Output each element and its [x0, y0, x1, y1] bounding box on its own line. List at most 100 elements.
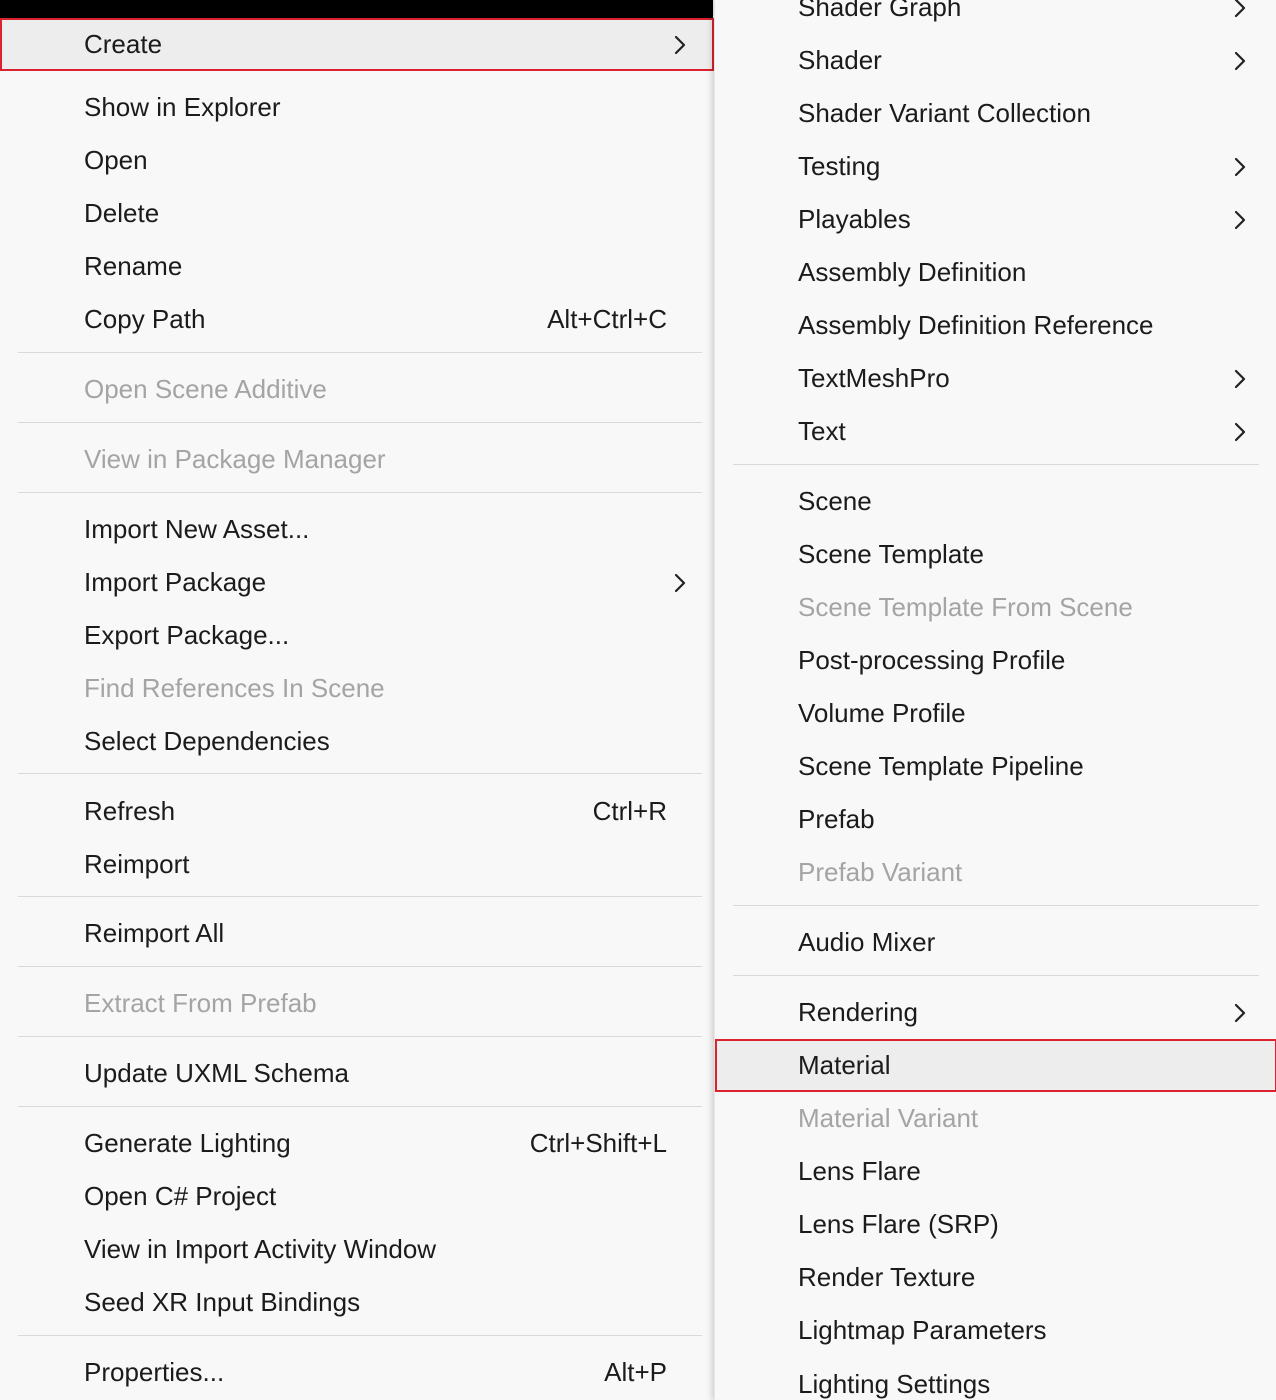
- menu-item-shader-graph[interactable]: Shader Graph: [715, 0, 1276, 34]
- chevron-right-icon: [669, 30, 691, 60]
- chevron-right-icon: [1229, 46, 1251, 76]
- menu-item-assembly-definition-reference[interactable]: Assembly Definition Reference: [715, 299, 1276, 352]
- menu-item-label: Shader Variant Collection: [798, 98, 1091, 128]
- menu-item-label: Scene Template From Scene: [798, 592, 1133, 622]
- chevron-right-icon: [669, 568, 691, 598]
- menu-item-label: Extract From Prefab: [84, 988, 317, 1018]
- menu-item-label: Audio Mixer: [798, 927, 936, 957]
- menu-item-label: Scene Template: [798, 539, 984, 569]
- menu-item-post-processing-profile[interactable]: Post-processing Profile: [715, 634, 1276, 687]
- menu-item-show-in-explorer[interactable]: Show in Explorer: [0, 81, 714, 134]
- menu-item-rendering[interactable]: Rendering: [715, 986, 1276, 1039]
- menu-item-label: Refresh: [84, 796, 176, 826]
- menu-separator: [18, 1335, 702, 1336]
- shortcut-label: Alt+Ctrl+C: [547, 304, 667, 334]
- chevron-right-icon: [1229, 417, 1251, 447]
- menu-item-label: Testing: [798, 151, 881, 181]
- menu-item-testing[interactable]: Testing: [715, 140, 1276, 193]
- menu-item-label: Rename: [84, 251, 183, 281]
- menu-item-import-new-asset[interactable]: Import New Asset...: [0, 503, 714, 556]
- menu-item-label: Show in Explorer: [84, 92, 281, 122]
- menu-item-textmeshpro[interactable]: TextMeshPro: [715, 352, 1276, 405]
- menu-item-refresh[interactable]: Refresh Ctrl+R: [0, 785, 714, 838]
- menu-item-material[interactable]: Material: [715, 1039, 1276, 1092]
- menu-item-scene-template-pipeline[interactable]: Scene Template Pipeline: [715, 740, 1276, 793]
- menu-item-lighting-settings[interactable]: Lighting Settings: [715, 1358, 1276, 1400]
- menu-separator: [18, 966, 702, 967]
- menu-item-properties[interactable]: Properties... Alt+P: [0, 1346, 714, 1399]
- shortcut-label: Ctrl+R: [592, 796, 667, 826]
- menu-item-scene[interactable]: Scene: [715, 475, 1276, 528]
- menu-item-copy-path[interactable]: Copy Path Alt+Ctrl+C: [0, 293, 714, 346]
- menu-item-label: Material Variant: [798, 1103, 979, 1133]
- menu-item-audio-mixer[interactable]: Audio Mixer: [715, 916, 1276, 969]
- menu-item-update-uxml-schema[interactable]: Update UXML Schema: [0, 1047, 714, 1100]
- menu-item-reimport-all[interactable]: Reimport All: [0, 907, 714, 960]
- menu-separator: [733, 975, 1259, 976]
- chevron-right-icon: [1229, 0, 1251, 23]
- menu-separator: [18, 1036, 702, 1037]
- menu-item-label: Delete: [84, 198, 160, 228]
- menu-separator: [18, 773, 702, 774]
- menu-item-view-in-import-activity-window[interactable]: View in Import Activity Window: [0, 1223, 714, 1276]
- menu-item-import-package[interactable]: Import Package: [0, 556, 714, 609]
- menu-item-rename[interactable]: Rename: [0, 240, 714, 293]
- menu-item-label: Rendering: [798, 997, 918, 1027]
- menu-item-label: Generate Lighting: [84, 1128, 291, 1158]
- menu-item-select-dependencies[interactable]: Select Dependencies: [0, 715, 714, 768]
- menu-item-prefab[interactable]: Prefab: [715, 793, 1276, 846]
- menu-item-export-package[interactable]: Export Package...: [0, 609, 714, 662]
- menu-item-label: View in Import Activity Window: [84, 1234, 437, 1264]
- menu-item-text[interactable]: Text: [715, 405, 1276, 458]
- menu-item-delete[interactable]: Delete: [0, 187, 714, 240]
- menu-item-lightmap-parameters[interactable]: Lightmap Parameters: [715, 1304, 1276, 1357]
- menu-item-label: Scene: [798, 486, 872, 516]
- menu-item-label: Import New Asset...: [84, 514, 310, 544]
- menu-item-find-references-in-scene: Find References In Scene: [0, 662, 714, 715]
- menu-item-label: Select Dependencies: [84, 726, 330, 756]
- menu-item-open[interactable]: Open: [0, 134, 714, 187]
- menu-item-volume-profile[interactable]: Volume Profile: [715, 687, 1276, 740]
- menu-item-label: Properties...: [84, 1357, 225, 1387]
- menu-item-label: TextMeshPro: [798, 363, 950, 393]
- menu-item-label: Lens Flare: [798, 1156, 921, 1186]
- menu-separator: [733, 905, 1259, 906]
- menu-item-seed-xr-input-bindings[interactable]: Seed XR Input Bindings: [0, 1276, 714, 1329]
- context-menu: Create Show in Explorer Open Delete Rename Co…: [0, 18, 714, 1400]
- menu-item-extract-from-prefab: Extract From Prefab: [0, 977, 714, 1030]
- shortcut-label: Ctrl+Shift+L: [529, 1128, 667, 1158]
- menu-item-label: Lightmap Parameters: [798, 1315, 1047, 1345]
- chevron-right-icon: [1229, 998, 1251, 1028]
- menu-item-label: View in Package Manager: [84, 444, 386, 474]
- menu-item-material-variant: Material Variant: [715, 1092, 1276, 1145]
- chevron-right-icon: [1229, 205, 1251, 235]
- menu-item-lens-flare[interactable]: Lens Flare: [715, 1145, 1276, 1198]
- menu-item-shader-variant-collection[interactable]: Shader Variant Collection: [715, 87, 1276, 140]
- menu-item-lens-flare-srp[interactable]: Lens Flare (SRP): [715, 1198, 1276, 1251]
- menu-item-label: Playables: [798, 204, 911, 234]
- menu-item-label: Text: [798, 416, 846, 446]
- menu-item-create[interactable]: Create: [0, 18, 714, 71]
- menu-item-label: Shader Graph: [798, 0, 962, 22]
- menu-separator: [733, 464, 1259, 465]
- menu-item-reimport[interactable]: Reimport: [0, 838, 714, 891]
- title-bar-strip: [0, 0, 713, 18]
- menu-item-shader[interactable]: Shader: [715, 34, 1276, 87]
- menu-item-label: Lighting Settings: [798, 1369, 991, 1399]
- menu-item-assembly-definition[interactable]: Assembly Definition: [715, 246, 1276, 299]
- menu-item-scene-template[interactable]: Scene Template: [715, 528, 1276, 581]
- menu-item-label: Create: [84, 29, 163, 59]
- menu-item-playables[interactable]: Playables: [715, 193, 1276, 246]
- menu-item-label: Reimport: [84, 849, 190, 879]
- menu-item-render-texture[interactable]: Render Texture: [715, 1251, 1276, 1304]
- menu-item-label: Post-processing Profile: [798, 645, 1066, 675]
- menu-item-label: Copy Path: [84, 304, 206, 334]
- menu-item-label: Open: [84, 145, 148, 175]
- menu-item-label: Render Texture: [798, 1262, 976, 1292]
- menu-item-open-c-project[interactable]: Open C# Project: [0, 1170, 714, 1223]
- menu-item-scene-template-from-scene: Scene Template From Scene: [715, 581, 1276, 634]
- chevron-right-icon: [1229, 152, 1251, 182]
- menu-item-generate-lighting[interactable]: Generate Lighting Ctrl+Shift+L: [0, 1117, 714, 1170]
- menu-item-label: Find References In Scene: [84, 673, 385, 703]
- menu-separator: [18, 422, 702, 423]
